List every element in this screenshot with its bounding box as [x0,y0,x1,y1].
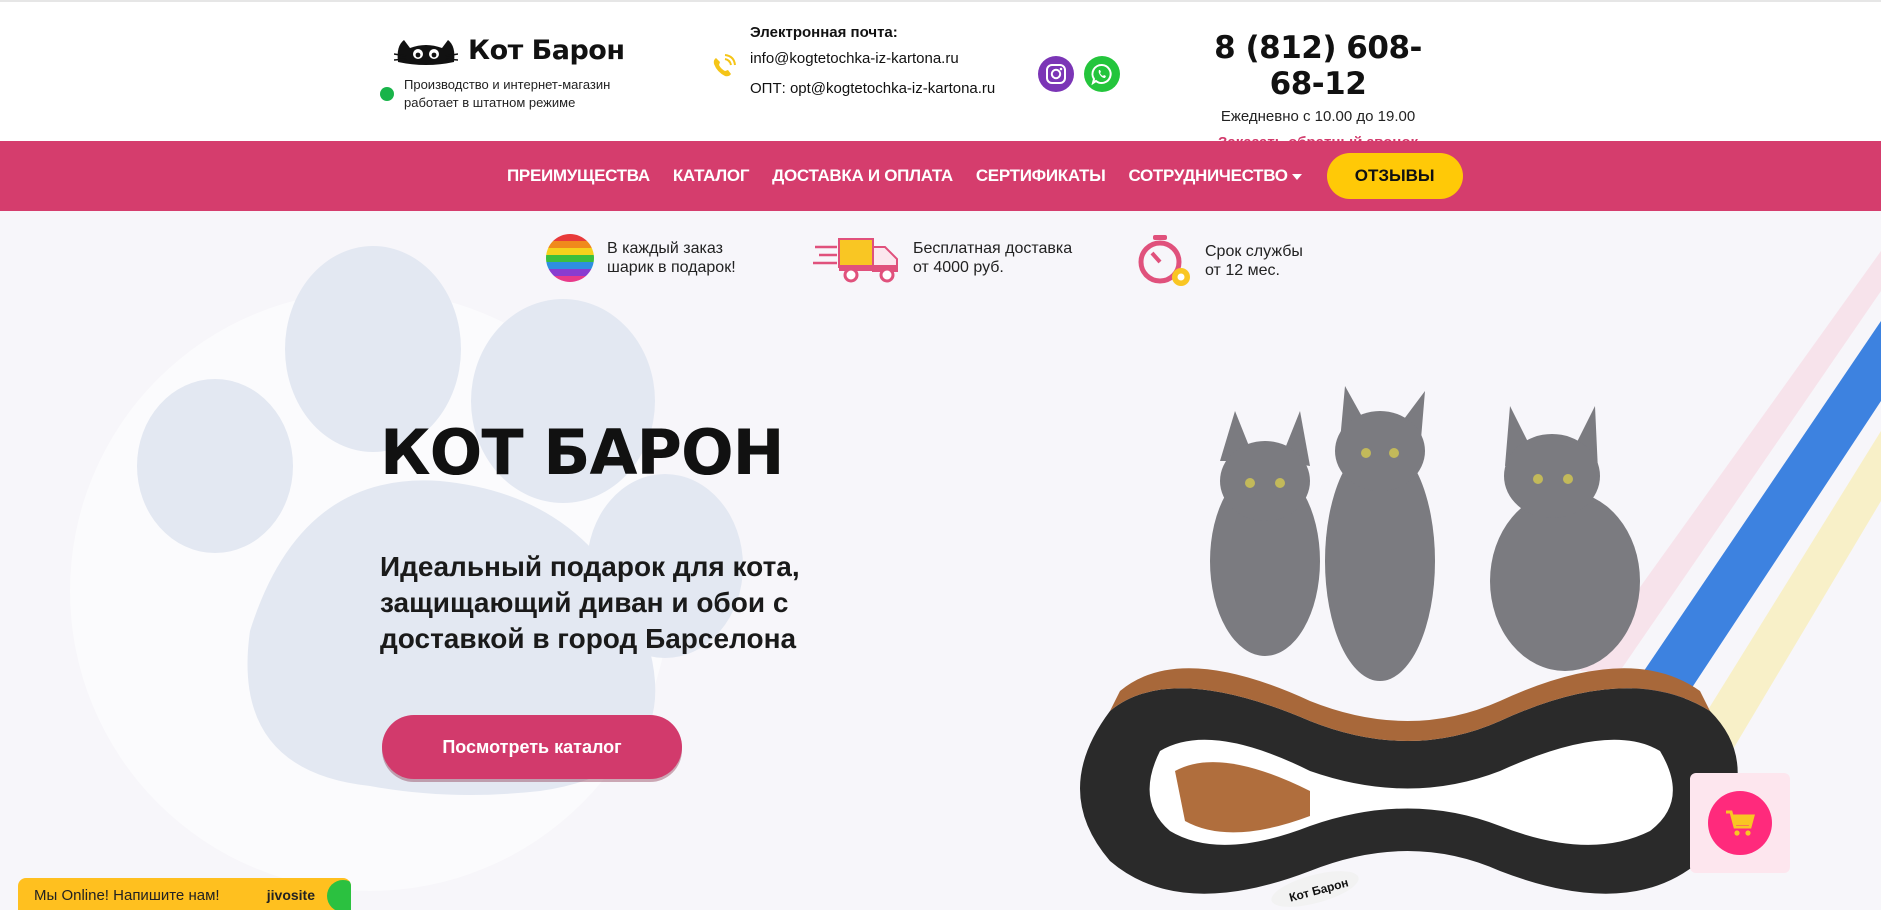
hero-section: В каждый заказ шарик в подарок! Бесплатна… [0,211,1881,910]
site-header: Кот Барон Производство и интернет-магази… [0,0,1881,151]
view-catalog-button[interactable]: Посмотреть каталог [382,715,682,779]
caret-down-icon [1291,173,1302,180]
hero-title: КОТ БАРОН [380,416,785,489]
feature-line: шарик в подарок! [607,259,736,276]
feature-service-life: Срок службы от 12 мес. [1137,233,1303,289]
phone-ring-icon [713,54,736,77]
cat-logo-icon [394,40,458,65]
scratcher-product-photo: Кот Барон [1080,668,1738,907]
feature-text: В каждый заказ шарик в подарок! [607,239,736,277]
hero-subtitle: Идеальный подарок для кота, защищающий д… [380,551,800,654]
phone-block: 8 (812) 608-68-12 Ежедневно с 10.00 до 1… [1188,30,1448,151]
status-text: Производство и интернет-магазин работает… [404,77,611,110]
email-main-link[interactable]: info@kogtetochka-iz-kartona.ru [750,44,995,74]
feature-line: Срок службы [1205,243,1303,260]
nav-certificates[interactable]: СЕРТИФИКАТЫ [976,166,1106,186]
feature-line: от 12 мес. [1205,262,1280,279]
feature-text: Срок службы от 12 мес. [1205,242,1303,280]
feature-line: от 4000 руб. [913,259,1004,276]
online-dot-icon [380,87,394,101]
feature-text: Бесплатная доставка от 4000 руб. [913,239,1072,277]
chat-widget[interactable]: Мы Online! Напишите нам! jivosite [18,878,351,910]
nav-advantages[interactable]: ПРЕИМУЩЕСТВА [507,166,650,186]
working-hours: Ежедневно с 10.00 до 19.00 [1220,108,1416,125]
nav-reviews-button[interactable]: ОТЗЫВЫ [1326,153,1463,199]
feature-gift-ball: В каждый заказ шарик в подарок! [545,233,736,283]
main-nav: ПРЕИМУЩЕСТВА КАТАЛОГ ДОСТАВКА И ОПЛАТА С… [0,141,1881,211]
nav-catalog[interactable]: КАТАЛОГ [673,166,750,186]
nav-delivery[interactable]: ДОСТАВКА И ОПЛАТА [772,166,953,186]
email-opt-link[interactable]: ОПТ: opt@kogtetochka-iz-kartona.ru [750,74,995,104]
delivery-truck-icon [813,238,898,283]
phone-number[interactable]: 8 (812) 608-68-12 [1188,30,1448,102]
feature-line: Бесплатная доставка [913,240,1073,257]
feature-free-delivery: Бесплатная доставка от 4000 руб. [813,233,1072,283]
nav-cooperation-label: СОТРУДНИЧЕСТВО [1128,166,1288,185]
work-status: Производство и интернет-магазин работает… [380,76,634,112]
feature-line: В каждый заказ [607,240,723,257]
features-bar: В каждый заказ шарик в подарок! Бесплатна… [545,233,1305,293]
email-label: Электронная почта: [750,24,898,41]
chat-status-icon [327,880,351,910]
floating-cart [1690,773,1790,873]
logo[interactable]: Кот Барон [394,32,625,68]
cart-button[interactable] [1708,791,1772,855]
cart-icon [1726,810,1755,836]
chat-text: Мы Online! Напишите нам! [34,886,220,904]
rainbow-ball-icon [546,234,594,282]
instagram-icon[interactable] [1038,56,1074,92]
social-links [1038,56,1120,92]
contact-emails: Электронная почта: info@kogtetochka-iz-k… [750,22,995,104]
jivosite-logo: jivosite [266,887,315,903]
nav-cooperation-dropdown[interactable]: СОТРУДНИЧЕСТВО [1128,166,1302,186]
whatsapp-icon[interactable] [1084,56,1120,92]
logo-text: Кот Барон [468,34,625,66]
stopwatch-icon [1138,235,1190,286]
